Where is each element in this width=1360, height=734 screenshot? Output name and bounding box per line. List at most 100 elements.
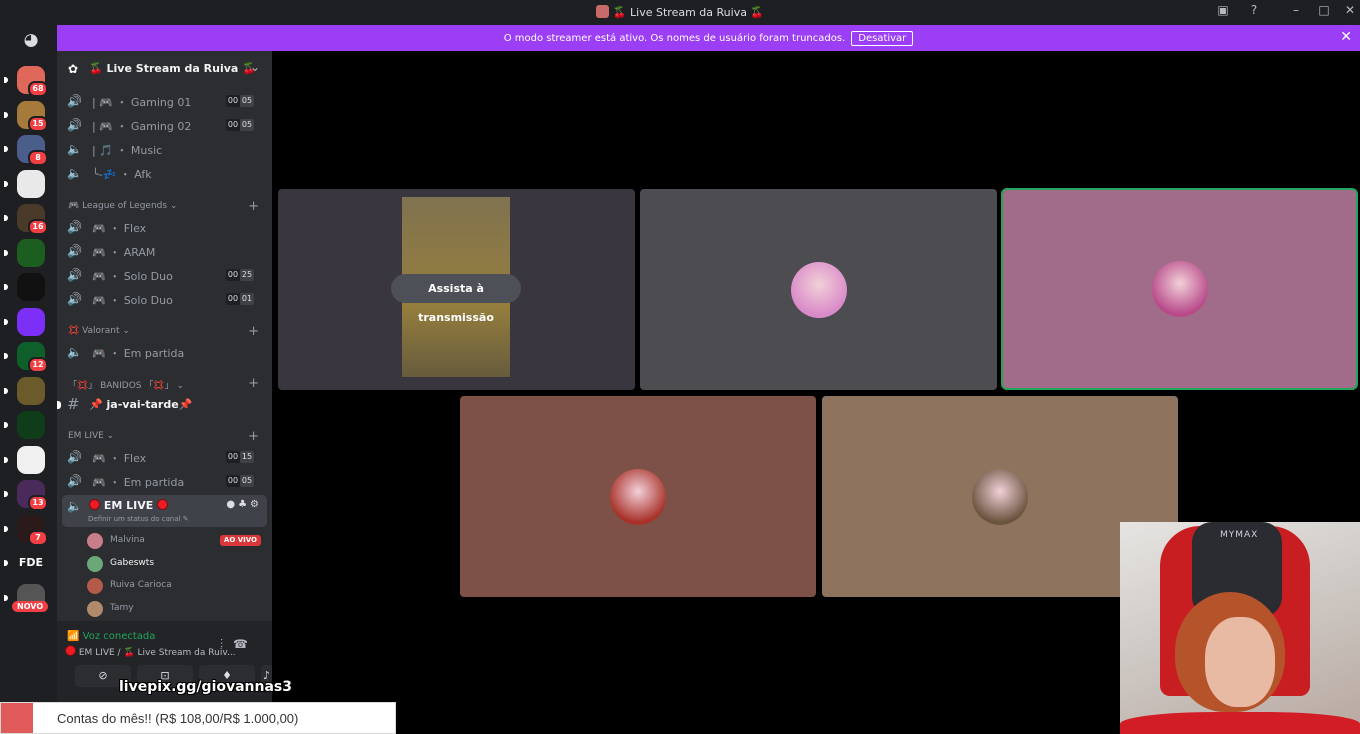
- minimize-icon[interactable]: –: [1287, 3, 1305, 17]
- close-banner-icon[interactable]: ✕: [1340, 29, 1352, 45]
- server-unread-pill: [4, 181, 8, 187]
- voice-channel-gaming-02[interactable]: 🔊 | 🎮 ・ Gaming 02 00 05: [62, 114, 267, 136]
- user-limit-counter: 00 05: [226, 475, 254, 487]
- server-icon-6[interactable]: [17, 239, 45, 267]
- stream-tile[interactable]: Assista à transmissão: [278, 189, 635, 390]
- watch-stream-button[interactable]: Assista à transmissão: [391, 274, 521, 324]
- voice-channel-flex-live[interactable]: 🔊 🎮 ・ Flex 00 15: [62, 446, 267, 468]
- voice-channel-flex[interactable]: 🔊 🎮 ・ Flex: [62, 216, 267, 238]
- invite-icon[interactable]: ♣: [238, 499, 250, 510]
- server-icon-4[interactable]: [17, 170, 45, 198]
- speaker-lock-icon: 🔈: [67, 142, 82, 156]
- close-icon[interactable]: ✕: [1341, 3, 1359, 17]
- category-league-of-legends[interactable]: 🎮 League of Legends ⌄ +: [68, 199, 268, 217]
- maximize-icon[interactable]: □: [1315, 3, 1333, 17]
- discord-home-icon[interactable]: ◕: [16, 29, 46, 51]
- voice-channel-music[interactable]: 🔈 | 🎵 ・ Music: [62, 138, 267, 160]
- channel-name: 🎮 ・ Solo Duo: [92, 270, 173, 283]
- add-channel-icon[interactable]: +: [248, 324, 259, 339]
- help-icon[interactable]: ?: [1245, 3, 1263, 17]
- user-limit-counter: 00 01: [226, 293, 254, 305]
- category-banidos[interactable]: 「💢」 BANIDOS 「💢」 ⌄ +: [68, 376, 268, 394]
- category-valorant[interactable]: 💢 Valorant ⌄ +: [68, 324, 268, 342]
- participant-avatar: [1151, 261, 1208, 317]
- unread-indicator: [57, 401, 61, 409]
- voice-channel-solo-duo-2[interactable]: 🔊 🎮 ・ Solo Duo 00 01: [62, 288, 267, 310]
- server-unread-pill: [4, 284, 8, 290]
- server-unread-pill: [4, 215, 8, 221]
- server-icon-9[interactable]: 12: [17, 342, 48, 373]
- category-em-live[interactable]: EM LIVE ⌄ +: [68, 429, 268, 447]
- server-avatar-icon: [595, 5, 609, 18]
- channel-name: | 🎮 ・ Gaming 01: [92, 96, 192, 109]
- channel-status-hint[interactable]: Definir um status do canal ✎: [88, 515, 189, 523]
- server-unread-pill: [4, 319, 8, 325]
- add-channel-icon[interactable]: +: [248, 199, 259, 214]
- server-icon-2[interactable]: 15: [17, 101, 48, 132]
- noise-suppression-icon[interactable]: ⫶: [220, 637, 233, 651]
- server-rail: ◕ 68 15 8 16 12 13 7 FDE NOVO: [0, 25, 57, 734]
- speaker-icon: 🔊: [67, 450, 82, 464]
- add-channel-icon[interactable]: +: [248, 429, 259, 444]
- channel-sidebar: ✿ 🍒 Live Stream da Ruiva 🍒 ⌄ 🔊 | 🎮 ・ Gam…: [57, 51, 272, 734]
- server-unread-pill: [4, 457, 8, 463]
- channel-name: 🎮 ・ Solo Duo: [92, 294, 173, 307]
- voice-user-row[interactable]: Gabeswts: [87, 554, 267, 574]
- participant-tile[interactable]: [640, 189, 997, 390]
- goal-text: Contas do mês!! (R$ 108,00/R$ 1.000,00): [57, 711, 299, 726]
- mention-badge: 12: [28, 357, 48, 373]
- server-unread-pill: [4, 146, 8, 152]
- server-icon-10[interactable]: [17, 377, 45, 405]
- red-circle-icon: [65, 645, 76, 656]
- red-circle-icon: [157, 499, 169, 510]
- server-icon-11[interactable]: [17, 411, 45, 439]
- server-icon-7[interactable]: [17, 273, 45, 301]
- add-channel-icon[interactable]: +: [248, 376, 259, 391]
- voice-channel-em-partida[interactable]: 🔈 🎮 ・ Em partida: [62, 341, 267, 363]
- server-icon-8[interactable]: [17, 308, 45, 336]
- participant-tile[interactable]: [460, 396, 816, 597]
- voice-user-row[interactable]: Malvina AO VIVO: [87, 531, 267, 551]
- voice-user-row[interactable]: Tamy: [87, 599, 267, 619]
- server-icon-13[interactable]: 13: [17, 480, 48, 511]
- mention-badge: 68: [28, 81, 48, 97]
- text-channel-ja-vai-tarde[interactable]: # 📌 ja-vai-tarde📌: [57, 394, 267, 416]
- voice-channel-em-partida-live[interactable]: 🔊 🎮 ・ Em partida 00 05: [62, 470, 267, 492]
- server-icon-12[interactable]: [17, 446, 45, 474]
- mention-badge: 8: [28, 150, 48, 166]
- voice-panel-icons: ⫶☎: [220, 637, 258, 652]
- settings-gear-icon[interactable]: ⚙: [250, 499, 262, 510]
- server-icon-5[interactable]: 16: [17, 204, 48, 235]
- banner-text: O modo streamer está ativo. Os nomes de …: [503, 33, 846, 44]
- disable-streamer-mode-button[interactable]: Desativar: [851, 31, 914, 46]
- voice-channel-gaming-01[interactable]: 🔊 | 🎮 ・ Gaming 01 00 05: [62, 90, 267, 112]
- signal-icon: 📶: [67, 631, 80, 642]
- user-name: Malvina: [110, 535, 145, 545]
- participant-tile-speaking[interactable]: [1003, 190, 1356, 388]
- user-limit-counter: 00 25: [226, 269, 254, 281]
- guild-header[interactable]: ✿ 🍒 Live Stream da Ruiva 🍒 ⌄: [57, 51, 272, 87]
- category-label: 「💢」 BANIDOS 「💢」 ⌄: [68, 381, 184, 391]
- voice-channel-solo-duo-1[interactable]: 🔊 🎮 ・ Solo Duo 00 25: [62, 264, 267, 286]
- disconnect-icon[interactable]: ☎: [233, 637, 258, 651]
- server-icon-14[interactable]: 7: [17, 515, 48, 546]
- streamer-mode-banner: O modo streamer está ativo. Os nomes de …: [57, 25, 1360, 51]
- channel-name: 📌 ja-vai-tarde📌: [89, 398, 193, 411]
- chevron-down-icon[interactable]: ⌄: [250, 60, 260, 74]
- voice-channel-afk[interactable]: 🔈 ╰-💤 ・ Afk: [62, 162, 267, 184]
- user-limit-counter: 00 15: [226, 451, 254, 463]
- server-icon-1[interactable]: 68: [17, 66, 48, 97]
- voice-user-row[interactable]: Ruiva Carioca: [87, 576, 267, 596]
- server-icon-3[interactable]: 8: [17, 135, 48, 166]
- voice-channel-em-live-active[interactable]: 🔈 EM LIVE Definir um status do canal ✎ ●…: [62, 495, 267, 527]
- voice-channel-aram[interactable]: 🔊 🎮 ・ ARAM: [62, 240, 267, 262]
- streamer-clothing: [1120, 712, 1360, 734]
- voice-connected-status[interactable]: 📶 Voz conectada: [67, 631, 155, 642]
- speaker-icon: 🔊: [67, 292, 82, 306]
- server-icon-15[interactable]: FDE: [17, 549, 45, 577]
- speaker-icon: 🔊: [67, 244, 82, 258]
- user-name: Ruiva Carioca: [110, 580, 172, 590]
- speaker-lock-icon: 🔈: [67, 345, 82, 359]
- inbox-icon[interactable]: ▣: [1214, 3, 1232, 17]
- chat-icon[interactable]: ●: [226, 499, 238, 510]
